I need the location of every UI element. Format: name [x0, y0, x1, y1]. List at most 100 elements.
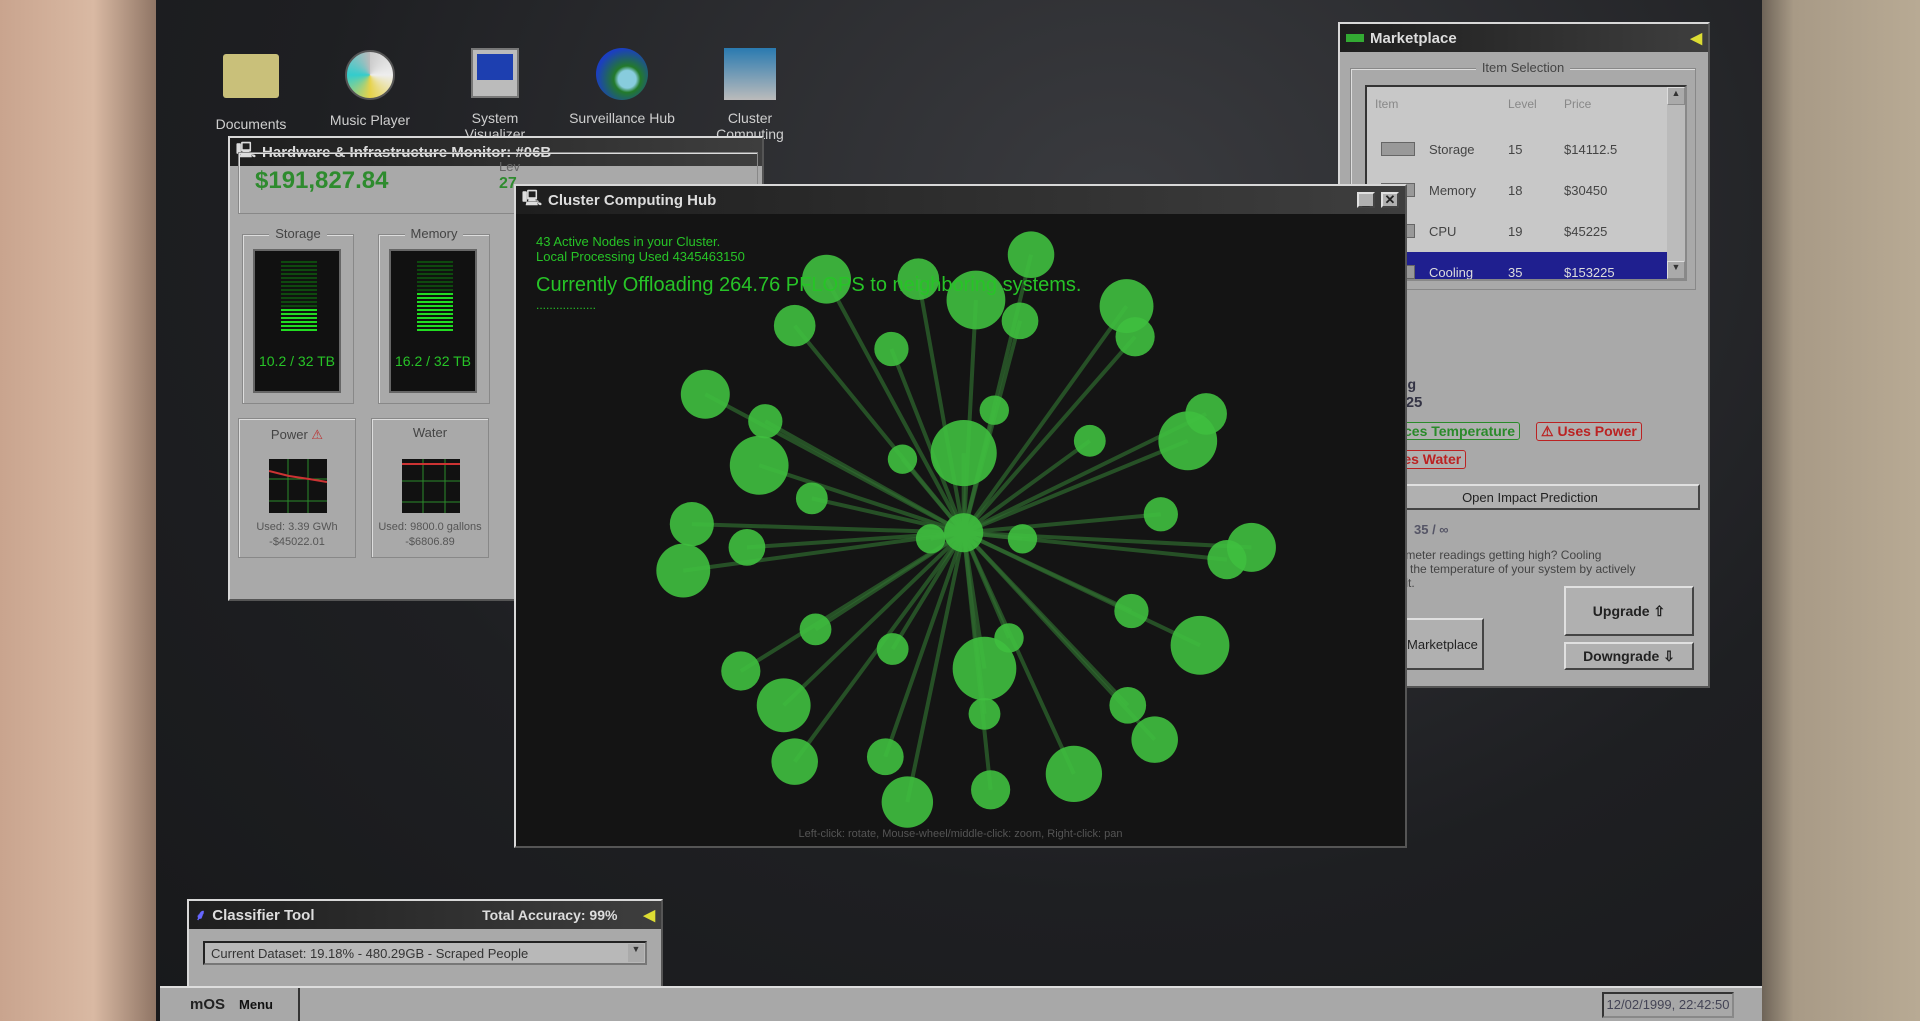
memory-label: Memory [404, 226, 464, 241]
item-icon [1381, 142, 1415, 156]
water-cost: -$6806.89 [405, 536, 455, 548]
bar-segment [417, 329, 453, 331]
start-menu-button[interactable]: mOS Menu [160, 988, 300, 1021]
upgrade-button[interactable]: Upgrade ⇧ [1564, 586, 1694, 636]
monitor-bezel-right [1762, 0, 1920, 1021]
icon-label: Music Player [329, 112, 411, 128]
item-name: Cooling [1429, 264, 1474, 280]
water-used: Used: 9800.0 gallons [378, 521, 482, 533]
computer-icon: 🖳 [522, 189, 543, 207]
cluster-node [771, 738, 818, 785]
controls-hint: Left-click: rotate, Mouse-wheel/middle-c… [798, 828, 1123, 840]
item-name: Memory [1429, 182, 1476, 198]
bar-segment [417, 293, 453, 295]
desktop-icon-cluster-computing[interactable]: Cluster Computing [695, 46, 805, 142]
cluster-node [728, 528, 766, 566]
list-item[interactable]: Storage 15 $14112.5 [1367, 129, 1685, 169]
active-nodes-text: 43 Active Nodes in your Cluster. [536, 234, 721, 249]
storage-label: Storage [269, 226, 327, 241]
bar-segment [417, 265, 453, 267]
cluster-node [881, 776, 934, 828]
speaker-icon[interactable]: ◀ [1690, 29, 1702, 47]
scrollbar[interactable]: ▲ ▼ [1667, 87, 1685, 279]
icon-label: Documents [215, 116, 287, 132]
bar-segment [281, 301, 317, 303]
power-used: Used: 3.39 GWh [256, 521, 338, 533]
bar-segment [417, 261, 453, 263]
tag-uses-power: ⚠ Uses Power [1536, 422, 1642, 441]
storage-panel: Storage 10.2 / 32 TB [242, 226, 354, 404]
title-bar[interactable]: 🖳 Cluster Computing Hub _ ✕ [516, 186, 1405, 214]
classifier-icon: ⸙ [195, 907, 207, 924]
window-title: Marketplace [1370, 29, 1457, 47]
bar-segment [417, 269, 453, 271]
water-label: Water [412, 425, 448, 440]
memory-meter: 16.2 / 32 TB [389, 249, 477, 393]
cluster-node [773, 304, 816, 347]
bar-segment [417, 301, 453, 303]
bar-segment [281, 325, 317, 327]
cluster-node [756, 678, 811, 733]
water-graph [402, 459, 460, 513]
cluster-graph[interactable] [516, 214, 1405, 846]
bar-segment [417, 325, 453, 327]
bar-segment [417, 317, 453, 319]
list-item[interactable]: Cooling 35 $153225 [1367, 252, 1667, 280]
total-accuracy: Total Accuracy: 99% [482, 907, 618, 923]
speaker-icon[interactable]: ◀ [643, 906, 655, 924]
bar-segment [417, 277, 453, 279]
dataset-value: Current Dataset: 19.18% - 480.29GB - Scr… [211, 946, 529, 961]
desktop-icon-music-player[interactable]: Music Player [315, 46, 425, 128]
cluster-node [1045, 745, 1103, 803]
bar-segment [281, 297, 317, 299]
cluster-node [866, 738, 904, 776]
bar-segment [281, 329, 317, 331]
power-label: Power [270, 427, 308, 442]
list-item[interactable]: CPU 19 $45225 [1367, 211, 1685, 251]
item-level: 19 [1508, 223, 1523, 239]
close-button[interactable]: ✕ [1381, 192, 1399, 208]
cluster-node [1170, 615, 1230, 675]
globe-magnifier-icon [592, 48, 652, 104]
downgrade-button[interactable]: Downgrade ⇩ [1564, 642, 1694, 670]
bar-segment [281, 305, 317, 307]
mos-logo: mOS [190, 996, 226, 1013]
cluster-edge [963, 530, 1228, 562]
cluster-node [930, 420, 997, 487]
monitor-bezel-left [0, 0, 156, 1021]
cluster-node [887, 444, 918, 474]
clock: 12/02/1999, 22:42:50 [1602, 992, 1734, 1018]
desktop-icon-surveillance-hub[interactable]: Surveillance Hub [567, 46, 677, 126]
bar-segment [417, 309, 453, 311]
desktop-icon-documents[interactable]: Documents [196, 46, 306, 132]
item-price: $153225 [1564, 264, 1615, 280]
warning-icon: ⚠ [311, 427, 324, 442]
col-level: Level [1508, 97, 1537, 111]
cluster-node [680, 369, 730, 419]
cluster-node [1115, 317, 1155, 357]
bar-segment [281, 313, 317, 315]
title-bar[interactable]: Marketplace ◀ [1340, 24, 1708, 52]
bar-segment [417, 321, 453, 323]
scroll-up-button[interactable]: ▲ [1667, 87, 1685, 105]
usage-bars [281, 261, 317, 333]
dataset-select[interactable]: Current Dataset: 19.18% - 480.29GB - Scr… [203, 941, 647, 965]
col-item: Item [1375, 97, 1399, 111]
title-bar[interactable]: ⸙ Classifier Tool Total Accuracy: 99% ◀ [189, 901, 661, 929]
chevron-down-icon[interactable]: ▼ [628, 944, 644, 962]
bar-segment [281, 261, 317, 263]
desktop-icon-system-visualizer[interactable]: System Visualizer [440, 46, 550, 142]
balance: $191,827.84 [255, 167, 389, 194]
open-impact-prediction-button[interactable]: Open Impact Prediction [1360, 484, 1700, 510]
item-name: CPU [1429, 223, 1457, 239]
scroll-down-button[interactable]: ▼ [1667, 261, 1685, 279]
cluster-node [1007, 231, 1055, 278]
bar-segment [281, 265, 317, 267]
item-price: $30450 [1564, 182, 1608, 198]
minimize-button[interactable]: _ [1357, 192, 1375, 208]
list-item[interactable]: Memory 18 $30450 [1367, 170, 1685, 210]
memory-value: 16.2 / 32 TB [394, 353, 471, 369]
cluster-node [876, 633, 909, 665]
bar-segment [417, 313, 453, 315]
item-level: 15 [1508, 141, 1523, 157]
